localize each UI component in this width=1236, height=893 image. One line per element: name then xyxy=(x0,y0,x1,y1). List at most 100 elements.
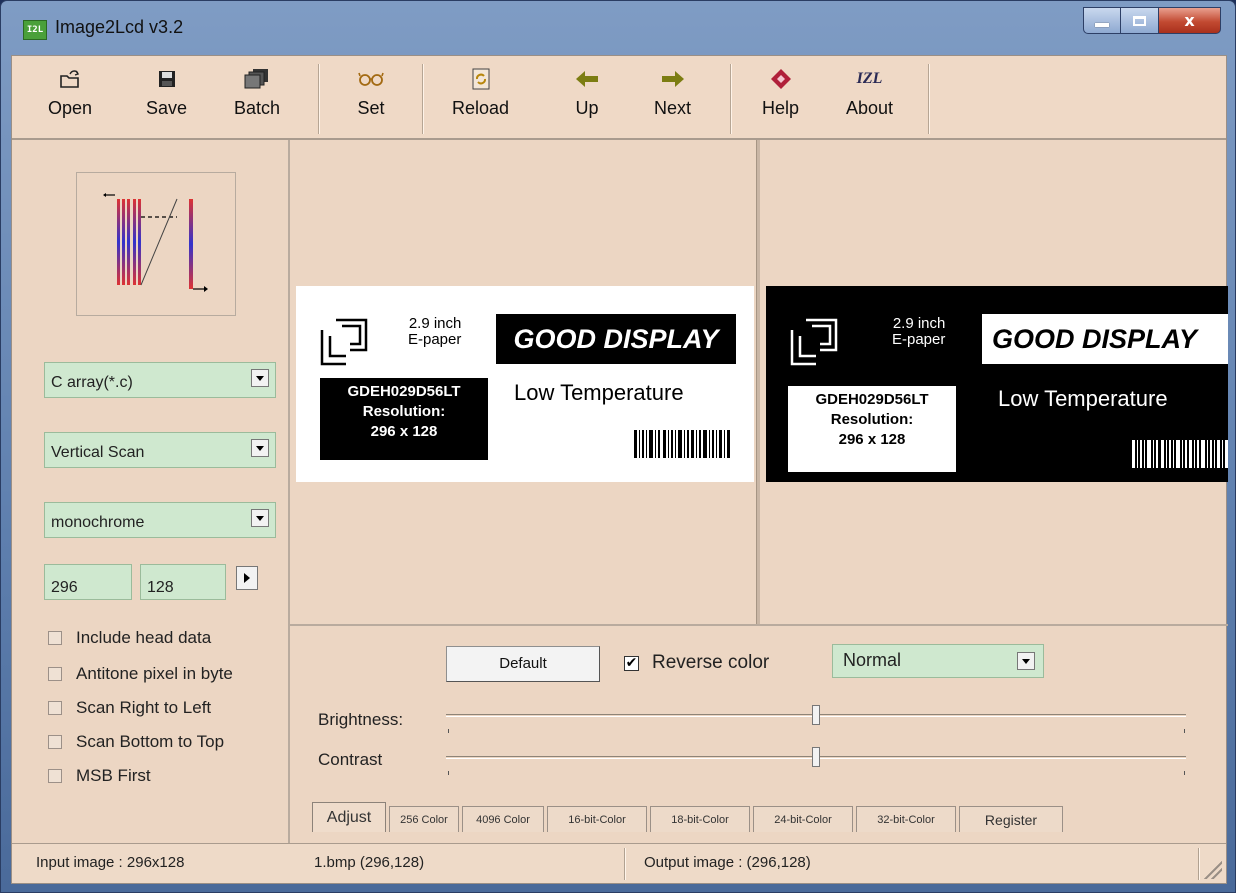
scan-right-to-left-option[interactable]: Scan Right to Left xyxy=(48,698,211,718)
help-button[interactable]: Help xyxy=(762,66,799,132)
antitone-pixel-checkbox[interactable] xyxy=(48,667,62,681)
floppy-disk-icon xyxy=(152,66,182,92)
barcode-icon xyxy=(1132,440,1228,468)
tab-24-bit-color[interactable]: 24-bit-Color xyxy=(753,806,853,832)
tab-16-bit-color[interactable]: 16-bit-Color xyxy=(547,806,647,832)
temperature-label: Low Temperature xyxy=(514,380,684,405)
option-label: Scan Bottom to Top xyxy=(76,732,225,751)
set-label: Set xyxy=(357,98,385,118)
antitone-pixel-option[interactable]: Antitone pixel in byte xyxy=(48,664,233,684)
minimize-button[interactable] xyxy=(1083,7,1121,34)
brand-label: GOOD DISPLAY xyxy=(496,314,736,364)
next-button[interactable]: Next xyxy=(654,66,691,132)
apply-size-button[interactable] xyxy=(236,566,258,590)
title-bar[interactable]: I2L Image2Lcd v3.2 x xyxy=(1,1,1235,45)
tab-adjust[interactable]: Adjust xyxy=(312,802,386,832)
about-button[interactable]: IZL About xyxy=(846,66,893,132)
scan-right-to-left-checkbox[interactable] xyxy=(48,701,62,715)
tab-4096-color[interactable]: 4096 Color xyxy=(462,806,544,832)
color-depth-value: monochrome xyxy=(51,514,145,531)
input-image: 2.9 inch E-paper GOOD DISPLAY GDEH029D56… xyxy=(296,286,754,482)
batch-button[interactable]: Batch xyxy=(234,66,280,132)
scan-mode-select[interactable]: Vertical Scan xyxy=(44,432,276,468)
about-label: About xyxy=(846,98,894,118)
chevron-down-icon[interactable] xyxy=(1017,652,1035,670)
contrast-slider-thumb[interactable] xyxy=(812,747,820,767)
arrow-right-icon xyxy=(658,66,688,92)
model-block: GDEH029D56LT Resolution: 296 x 128 xyxy=(788,386,956,472)
maximize-button[interactable] xyxy=(1121,7,1159,34)
model-text: GDEH029D56LT xyxy=(347,383,461,400)
set-button[interactable]: Set xyxy=(356,66,386,132)
width-input[interactable]: 296 xyxy=(44,564,132,600)
app-window: I2L Image2Lcd v3.2 x Open Save Batch Set… xyxy=(0,0,1236,893)
toolbar-separator xyxy=(422,64,424,134)
tab-32-bit-color[interactable]: 32-bit-Color xyxy=(856,806,956,832)
open-button[interactable]: Open xyxy=(48,66,92,132)
chevron-down-icon[interactable] xyxy=(251,439,269,457)
chevron-down-icon[interactable] xyxy=(251,509,269,527)
size-line-1: 2.9 inch xyxy=(892,315,946,332)
tab-18-bit-color[interactable]: 18-bit-Color xyxy=(650,806,750,832)
height-input[interactable]: 128 xyxy=(140,564,226,600)
reload-button[interactable]: Reload xyxy=(452,66,509,132)
msb-first-checkbox[interactable] xyxy=(48,769,62,783)
option-label: Scan Right to Left xyxy=(76,698,212,717)
include-head-data-option[interactable]: Include head data xyxy=(48,628,211,648)
brightness-label: Brightness: xyxy=(318,710,404,729)
pane-divider[interactable] xyxy=(756,140,760,624)
resolution-label: Resolution: xyxy=(362,403,446,420)
client-area: Open Save Batch Set Reload Up Next Help … xyxy=(11,55,1228,884)
size-line-2: E-paper xyxy=(408,331,462,348)
scan-mode-value: Vertical Scan xyxy=(51,444,145,461)
resize-grip-icon[interactable] xyxy=(1202,859,1222,879)
contrast-slider[interactable] xyxy=(446,747,1186,775)
include-head-data-checkbox[interactable] xyxy=(48,631,62,645)
scan-bottom-to-top-option[interactable]: Scan Bottom to Top xyxy=(48,732,224,752)
output-type-value: C array(*.c) xyxy=(51,374,133,391)
file-status: 1.bmp (296,128) xyxy=(314,854,425,871)
brightness-slider[interactable] xyxy=(446,705,1186,733)
brand-label: GOOD DISPLAY xyxy=(982,314,1228,364)
help-book-icon xyxy=(766,66,796,92)
maximize-icon xyxy=(1133,15,1146,26)
reload-icon xyxy=(466,66,496,92)
next-label: Next xyxy=(654,98,692,118)
settings-panel: C array(*.c) Vertical Scan monochrome 29… xyxy=(12,140,290,843)
brightness-slider-thumb[interactable] xyxy=(812,705,820,725)
msb-first-option[interactable]: MSB First xyxy=(48,766,151,786)
temperature-label: Low Temperature xyxy=(998,386,1168,411)
tab-register[interactable]: Register xyxy=(959,806,1063,832)
model-text: GDEH029D56LT xyxy=(815,391,929,408)
window-title: Image2Lcd v3.2 xyxy=(55,17,184,37)
up-button[interactable]: Up xyxy=(572,66,602,132)
panel-size-text: 2.9 inch E-paper xyxy=(408,316,461,348)
display-logo-icon xyxy=(790,318,838,366)
tab-strip: Adjust 256 Color 4096 Color 16-bit-Color… xyxy=(312,802,1066,832)
input-image-status: Input image : 296x128 xyxy=(36,854,185,871)
reverse-color-checkbox[interactable]: ✔ xyxy=(624,656,639,671)
mode-select[interactable]: Normal xyxy=(832,644,1044,678)
minimize-icon xyxy=(1095,22,1109,27)
output-type-select[interactable]: C array(*.c) xyxy=(44,362,276,398)
output-image: 2.9 inch E-paper GOOD DISPLAY GDEH029D56… xyxy=(766,286,1228,482)
default-button[interactable]: Default xyxy=(446,646,600,682)
help-label: Help xyxy=(762,98,800,118)
contrast-label: Contrast xyxy=(318,750,383,769)
chevron-down-icon[interactable] xyxy=(251,369,269,387)
save-button[interactable]: Save xyxy=(146,66,187,132)
close-button[interactable]: x xyxy=(1159,7,1221,34)
image-preview-area: 2.9 inch E-paper GOOD DISPLAY GDEH029D56… xyxy=(290,140,1228,626)
resolution-label: Resolution: xyxy=(830,411,914,428)
size-line-1: 2.9 inch xyxy=(408,315,462,332)
option-label: Antitone pixel in byte xyxy=(76,664,233,683)
izl-logo-icon: IZL xyxy=(856,70,883,87)
batch-label: Batch xyxy=(234,98,281,118)
open-folder-icon xyxy=(55,66,85,92)
scan-bottom-to-top-checkbox[interactable] xyxy=(48,735,62,749)
toolbar-separator xyxy=(928,64,930,134)
color-depth-select[interactable]: monochrome xyxy=(44,502,276,538)
tab-256-color[interactable]: 256 Color xyxy=(389,806,459,832)
glasses-icon xyxy=(356,66,386,92)
display-logo-icon xyxy=(320,318,368,366)
